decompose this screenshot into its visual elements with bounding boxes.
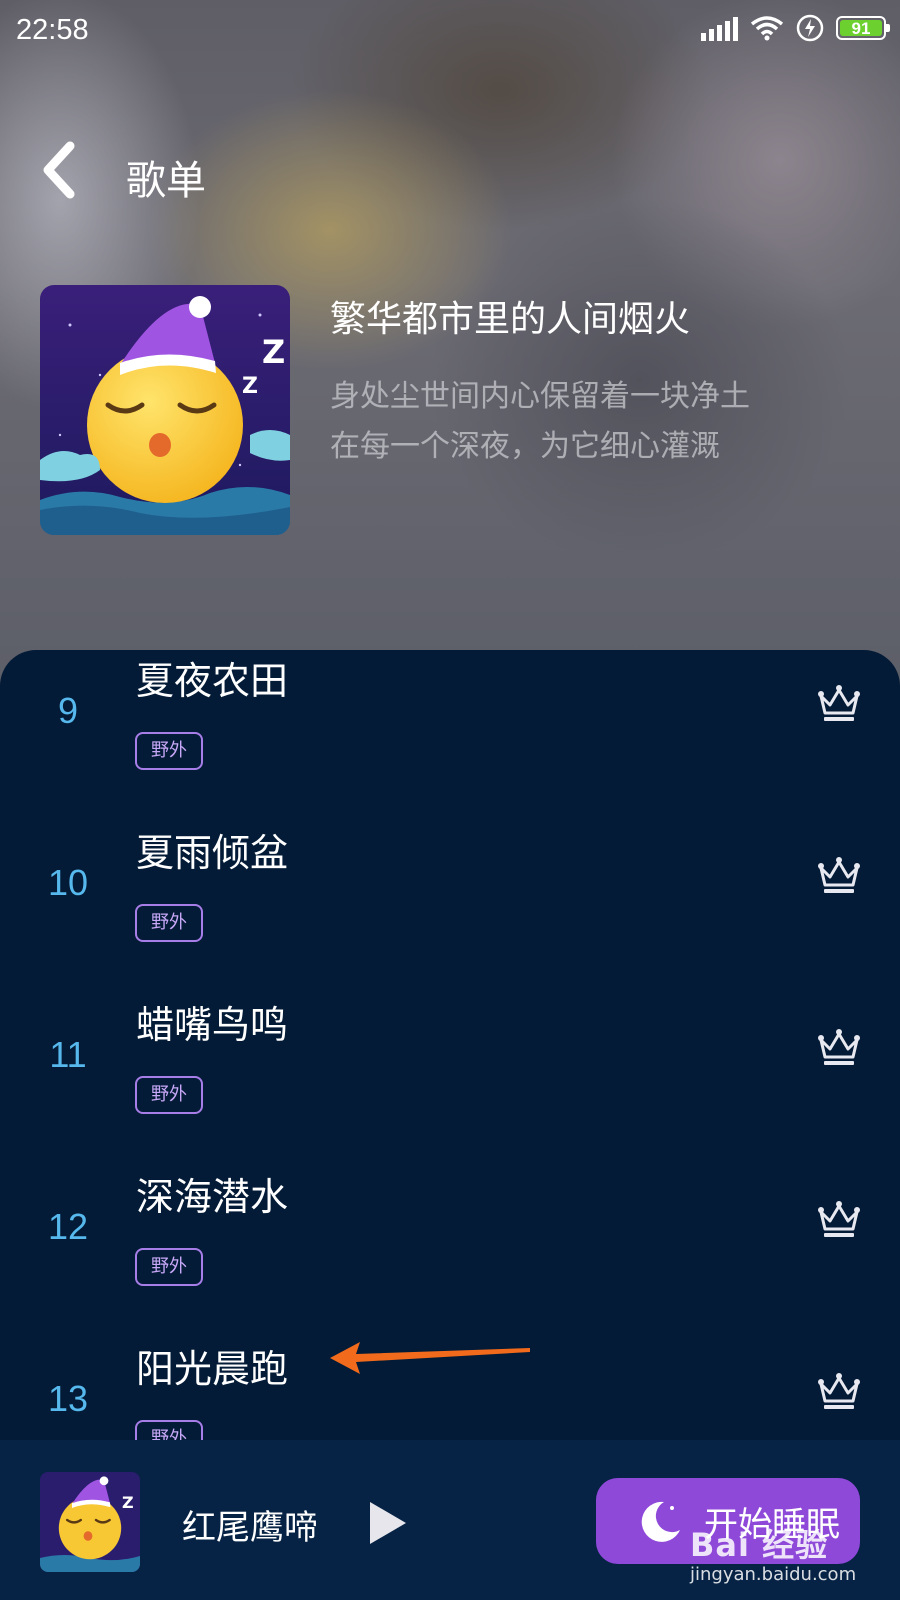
- now-playing-title[interactable]: 红尾鹰啼: [182, 1500, 318, 1549]
- track-title: 阳光晨跑: [136, 1347, 289, 1391]
- signal-icon: [701, 15, 738, 41]
- track-tag: 野外: [135, 1076, 203, 1114]
- track-tag: 野外: [135, 1248, 203, 1286]
- track-title: 夏雨倾盆: [136, 831, 289, 875]
- back-button[interactable]: [36, 140, 86, 200]
- playlist-description: 身处尘世间内心保留着一块净土 在每一个深夜，为它细心灌溉: [330, 372, 750, 472]
- battery-icon: 91: [836, 16, 890, 40]
- playlist-cover-image: Z Z: [40, 285, 290, 535]
- track-row[interactable]: 10 夏雨倾盆 野外: [0, 822, 900, 994]
- baidu-jingyan-watermark: Bai 经验 jingyan.baidu.com: [690, 1520, 856, 1585]
- svg-text:Z: Z: [242, 374, 258, 399]
- track-row[interactable]: 12 深海潜水 野外: [0, 1166, 900, 1338]
- track-title: 蜡嘴鸟鸣: [136, 1003, 289, 1047]
- moon-icon: [641, 1501, 680, 1542]
- track-number: 9: [57, 690, 79, 731]
- crown-icon[interactable]: [816, 1368, 862, 1414]
- svg-text:Z: Z: [262, 333, 285, 371]
- track-tag: 野外: [135, 904, 203, 942]
- crown-icon[interactable]: [816, 1024, 862, 1070]
- wifi-icon: [750, 15, 784, 41]
- svg-text:Z: Z: [122, 1493, 134, 1512]
- status-icons: 91: [701, 14, 890, 42]
- track-row[interactable]: 9 夏夜农田 野外: [0, 650, 900, 822]
- now-playing-cover-image[interactable]: Z: [40, 1472, 140, 1572]
- page-title: 歌单: [126, 158, 206, 204]
- track-tag: 野外: [135, 732, 203, 770]
- crown-icon[interactable]: [816, 1196, 862, 1242]
- playlist-description-line: 在每一个深夜，为它细心灌溉: [330, 429, 720, 464]
- track-number: 10: [47, 862, 89, 903]
- track-title: 深海潜水: [136, 1175, 289, 1219]
- status-time: 22:58: [16, 14, 89, 46]
- status-bar: 22:58 91: [0, 0, 900, 64]
- back-arrow-icon: [43, 141, 75, 199]
- watermark-url: jingyan.baidu.com: [690, 1564, 857, 1585]
- track-number: 12: [47, 1206, 89, 1247]
- crown-icon[interactable]: [816, 680, 862, 726]
- play-icon[interactable]: [368, 1500, 408, 1546]
- track-row[interactable]: 11 蜡嘴鸟鸣 野外: [0, 994, 900, 1166]
- crown-icon[interactable]: [816, 852, 862, 898]
- track-number: 11: [49, 1034, 87, 1075]
- orange-annotation-arrow: [330, 1342, 530, 1374]
- charging-icon: [796, 14, 824, 42]
- track-number: 13: [47, 1378, 89, 1419]
- track-title: 夏夜农田: [136, 659, 289, 703]
- battery-level: 91: [851, 18, 871, 38]
- watermark-logo: Bai 经验: [690, 1526, 829, 1564]
- playlist-description-line: 身处尘世间内心保留着一块净土: [330, 379, 750, 414]
- playlist-name: 繁华都市里的人间烟火: [330, 299, 691, 340]
- track-tag: 野外: [135, 1420, 203, 1440]
- track-list[interactable]: 9 夏夜农田 野外 10 夏雨倾盆 野外 11 蜡嘴鸟鸣 野外 12 深海潜水: [0, 650, 900, 1440]
